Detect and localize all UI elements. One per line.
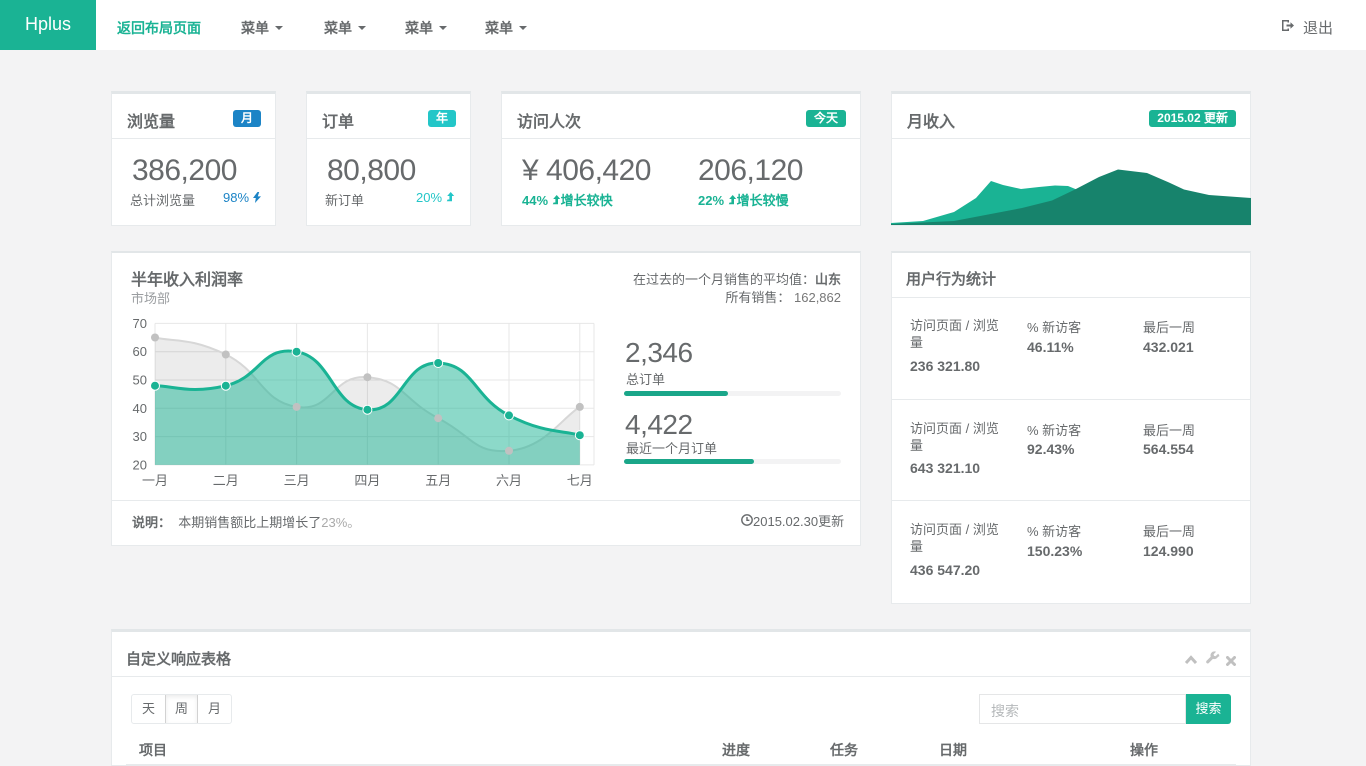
svg-text:40: 40 xyxy=(133,401,147,416)
svg-text:三月: 三月 xyxy=(284,473,310,488)
svg-text:30: 30 xyxy=(133,429,147,444)
svg-text:20: 20 xyxy=(133,457,147,472)
svg-text:70: 70 xyxy=(133,316,147,331)
svg-text:二月: 二月 xyxy=(213,473,239,488)
svg-text:一月: 一月 xyxy=(142,473,168,488)
svg-text:六月: 六月 xyxy=(496,473,522,488)
svg-text:四月: 四月 xyxy=(354,473,380,488)
svg-text:50: 50 xyxy=(133,373,147,388)
svg-text:60: 60 xyxy=(133,344,147,359)
svg-text:五月: 五月 xyxy=(425,473,451,488)
svg-text:七月: 七月 xyxy=(567,473,593,488)
